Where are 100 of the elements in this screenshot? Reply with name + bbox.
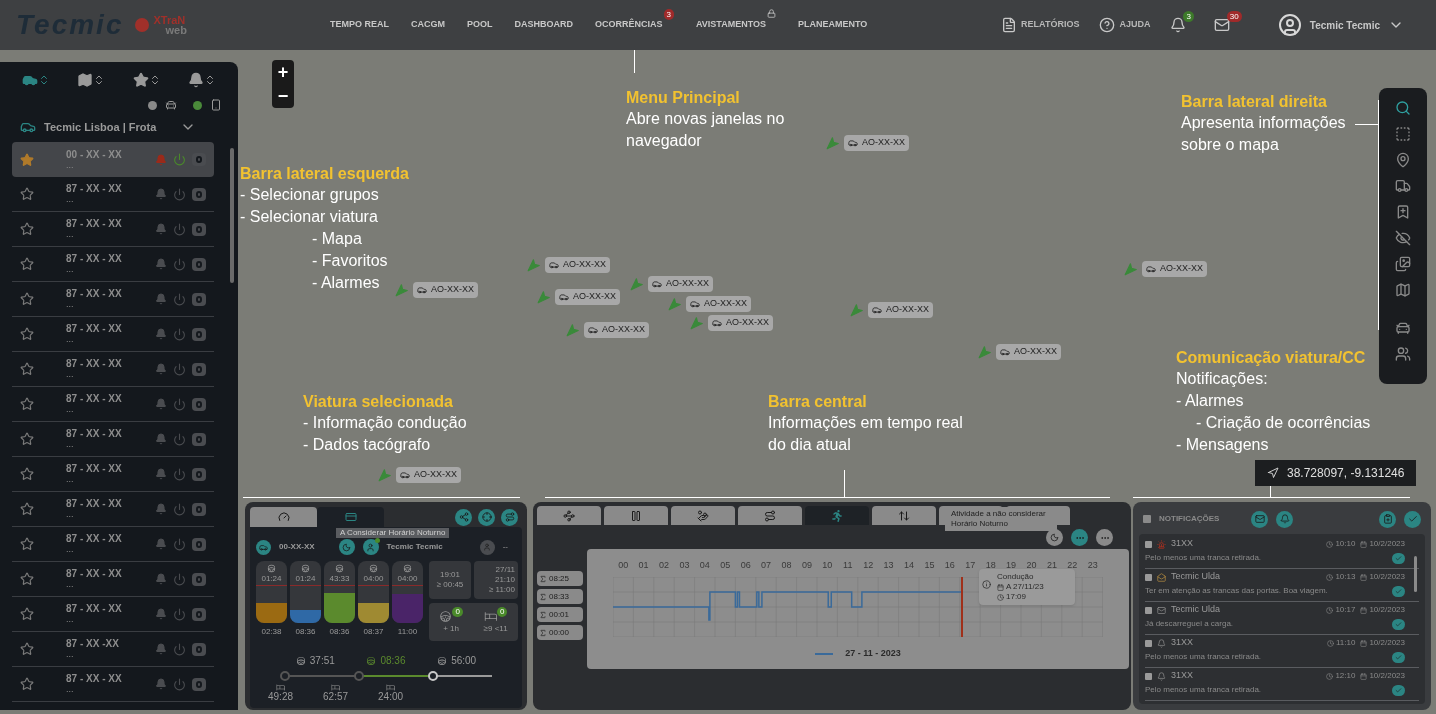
alerts-button[interactable]	[1170, 17, 1187, 33]
notification-checkbox[interactable]	[1145, 672, 1152, 680]
user-menu[interactable]: Tecmic Tecmic	[1277, 13, 1404, 37]
select-all-checkbox[interactable]	[1143, 515, 1151, 523]
vehicle-row[interactable]: 87 - XX - XX ...	[12, 597, 214, 632]
power-icon[interactable]	[173, 187, 186, 201]
activity-tab[interactable]	[537, 506, 601, 525]
action-button[interactable]	[478, 508, 495, 526]
vehicle-label[interactable]: AO-XX-XX	[686, 296, 751, 312]
vehicle-row[interactable]: 87 - XX - XX ...	[12, 422, 214, 457]
power-icon[interactable]	[173, 607, 186, 621]
tachograph-tab[interactable]	[317, 507, 384, 527]
nav-link[interactable]: OCORRÊNCIAS	[595, 18, 663, 32]
power-icon[interactable]	[173, 153, 186, 166]
bell-icon[interactable]	[155, 223, 167, 235]
notification-item[interactable]: Tecmic Ulda 10:13 10/2/2023 Ter em atenção as trancas das portas. Boa viagem.	[1145, 569, 1419, 602]
vehicle-row[interactable]: 87 - XX - XX ...	[12, 282, 214, 317]
vehicle-label[interactable]: AO-XX-XX	[844, 135, 909, 151]
nav-link[interactable]: PLANEAMENTO	[798, 18, 868, 32]
bell-icon[interactable]	[155, 608, 167, 620]
vehicle-row[interactable]: 87 - XX - XX ...	[12, 317, 214, 352]
zoom-out-button[interactable]: −	[272, 84, 294, 108]
star-icon[interactable]	[20, 187, 34, 201]
notification-checkbox[interactable]	[1145, 606, 1152, 614]
notification-item[interactable]: 31XX 11:10 10/2/2023 Pelo menos uma tranca retirada.	[1145, 635, 1419, 668]
activity-tab[interactable]	[671, 506, 735, 525]
star-icon[interactable]	[20, 432, 34, 446]
more-button[interactable]	[1096, 529, 1113, 546]
power-icon[interactable]	[173, 537, 186, 551]
help-link[interactable]: AJUDA	[1099, 17, 1151, 33]
power-icon[interactable]	[173, 257, 186, 271]
reports-link[interactable]: RELATÓRIOS	[1001, 17, 1080, 33]
zoom-in-button[interactable]: +	[272, 60, 294, 84]
confirm-button[interactable]	[1392, 684, 1405, 696]
vehicle-label[interactable]: AO-XX-XX	[396, 467, 461, 483]
confirm-button[interactable]	[1392, 651, 1405, 663]
bell-icon[interactable]	[155, 188, 167, 200]
scrollbar[interactable]	[1414, 556, 1417, 592]
nav-link[interactable]: DASHBOARD	[514, 18, 574, 32]
vehicle-label[interactable]: AO-XX-XX	[555, 289, 620, 305]
vehicle-row[interactable]: 87 - XX - XX ...	[12, 247, 214, 282]
confirm-all-button[interactable]	[1404, 510, 1421, 528]
bell-icon[interactable]	[155, 258, 167, 270]
more-button[interactable]	[1071, 529, 1088, 546]
notification-checkbox[interactable]	[1145, 573, 1152, 581]
activity-tab[interactable]	[604, 506, 668, 525]
vehicle-row[interactable]: 87 - XX - XX ...	[12, 527, 214, 562]
star-icon[interactable]	[20, 397, 34, 411]
bell-icon[interactable]	[155, 398, 167, 410]
vehicle-label[interactable]: AO-XX-XX	[996, 344, 1061, 360]
vehicle-row[interactable]: 87 - XX - XX ...	[12, 492, 214, 527]
bell-icon[interactable]	[155, 503, 167, 515]
vehicle-label[interactable]: AO-XX-XX	[1142, 261, 1207, 277]
star-icon[interactable]	[20, 537, 34, 551]
action-button[interactable]	[501, 508, 518, 526]
bell-icon[interactable]	[155, 643, 167, 655]
scrollbar[interactable]	[230, 148, 234, 283]
confirm-button[interactable]	[1392, 618, 1405, 630]
driver-icon[interactable]	[362, 539, 379, 555]
activity-tab[interactable]	[805, 506, 869, 525]
vehicle-row[interactable]: 87 - XX - XX ...	[12, 212, 214, 247]
vehicle-row[interactable]: 87 - XX - XX ...	[12, 352, 214, 387]
star-icon[interactable]	[20, 467, 34, 481]
star-icon[interactable]	[20, 327, 34, 341]
nav-link[interactable]: POOL	[467, 18, 493, 32]
star-icon[interactable]	[20, 572, 34, 586]
notification-item[interactable]: Tecmic Ulda 10:17 10/2/2023 Já descarreguei a carga.	[1145, 602, 1419, 635]
power-icon[interactable]	[173, 467, 186, 481]
nav-link[interactable]: TEMPO REAL	[330, 18, 389, 32]
power-icon[interactable]	[173, 432, 186, 446]
moon-button[interactable]	[1046, 529, 1063, 546]
vehicle-label[interactable]: AO-XX-XX	[413, 282, 478, 298]
vehicle-row[interactable]: 87 - XX - XX ...	[12, 562, 214, 597]
star-icon[interactable]	[20, 292, 34, 306]
power-icon[interactable]	[173, 292, 186, 306]
power-icon[interactable]	[173, 397, 186, 411]
bell-icon[interactable]	[155, 468, 167, 480]
bell-icon[interactable]	[155, 433, 167, 445]
bell-icon[interactable]	[155, 363, 167, 375]
power-icon[interactable]	[173, 362, 186, 376]
vehicle-label[interactable]: AO-XX-XX	[868, 302, 933, 318]
filter-button[interactable]	[1276, 510, 1294, 528]
nav-link[interactable]: CACGM	[411, 18, 445, 32]
vehicle-row[interactable]: 87 - XX - XX ...	[12, 177, 214, 212]
notification-checkbox[interactable]	[1145, 540, 1152, 548]
power-icon[interactable]	[173, 327, 186, 341]
notification-item[interactable]: 31XX 10:10 10/2/2023 Pelo menos uma tranca retirada.	[1145, 536, 1419, 569]
action-button[interactable]	[455, 508, 472, 526]
power-icon[interactable]	[173, 572, 186, 586]
filter-button[interactable]	[1251, 510, 1269, 528]
star-icon[interactable]	[20, 642, 34, 656]
activity-tab[interactable]	[872, 506, 936, 525]
star-icon[interactable]	[20, 677, 34, 691]
vehicle-label[interactable]: AO-XX-XX	[648, 276, 713, 292]
bell-icon[interactable]	[155, 328, 167, 340]
confirm-button[interactable]	[1392, 552, 1405, 564]
gauge-tab[interactable]	[250, 507, 317, 527]
power-icon[interactable]	[173, 642, 186, 656]
star-icon[interactable]	[20, 502, 34, 516]
vehicle-row[interactable]: 87 - XX -XX ...	[12, 632, 214, 667]
